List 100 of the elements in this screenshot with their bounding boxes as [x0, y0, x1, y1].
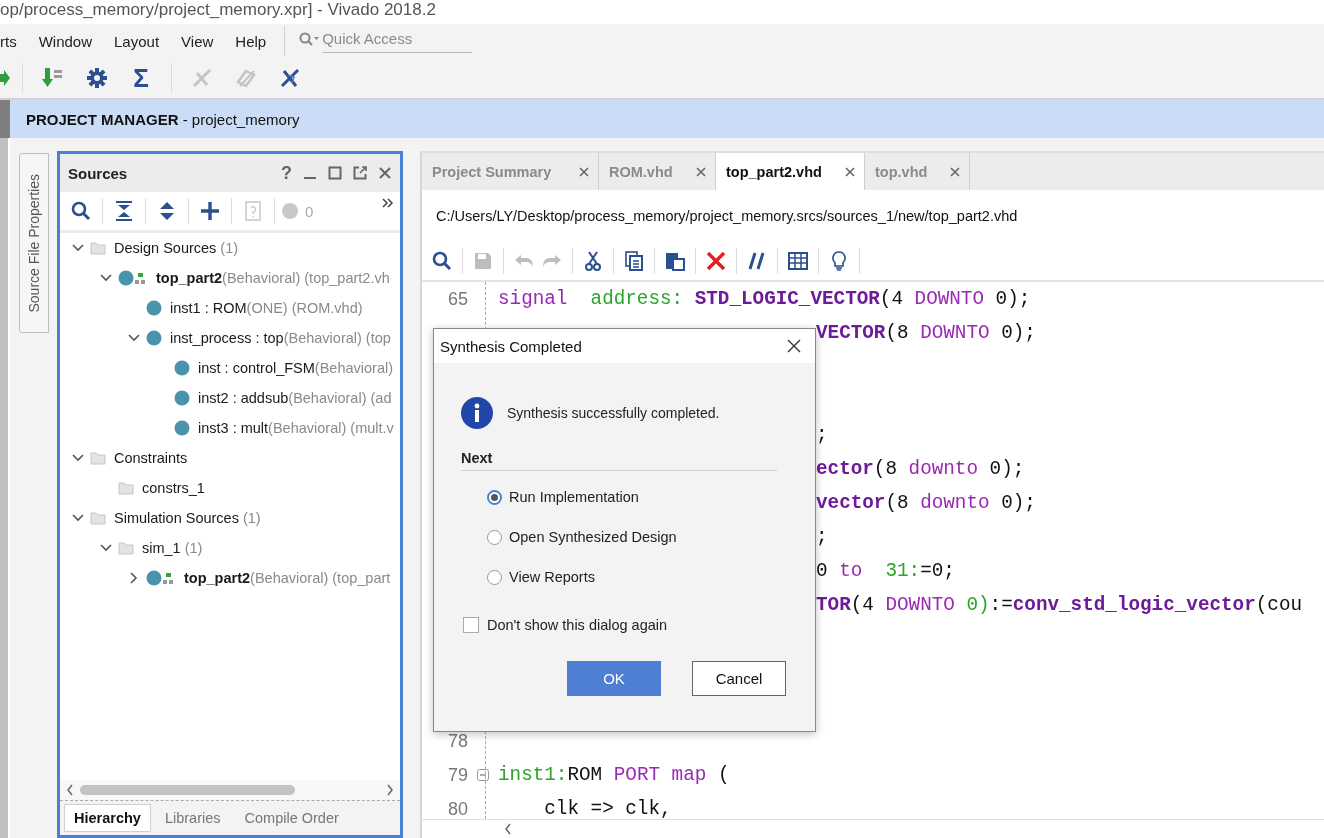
- code-line: TOR(4 DOWNTO 0):=conv_std_logic_vector(cou: [816, 594, 1303, 616]
- code-line: VECTOR(8 DOWNTO 0);: [816, 322, 1036, 344]
- menu-item[interactable]: Help: [235, 32, 267, 50]
- option-label[interactable]: View Reports: [509, 569, 595, 585]
- chevron-down-icon[interactable]: [72, 512, 84, 524]
- menu-item[interactable]: View: [181, 32, 214, 50]
- tab[interactable]: Compile Order: [234, 804, 349, 832]
- arrow-icon[interactable]: [0, 70, 10, 86]
- cancel-button[interactable]: Cancel: [692, 661, 786, 696]
- option-label[interactable]: Open Synthesized Design: [509, 529, 677, 545]
- crossed-tool-icon[interactable]: [279, 67, 301, 89]
- paste-icon[interactable]: [665, 251, 685, 271]
- columns-icon[interactable]: [788, 251, 808, 271]
- window-title: op/process_memory/project_memory.xpr] - Vivado 2018.2: [0, 0, 436, 20]
- line-number: 79: [446, 764, 468, 786]
- tree-item-label[interactable]: constrs_1: [142, 480, 205, 496]
- tree-item-label[interactable]: top_part2: [184, 570, 251, 586]
- info-icon: [461, 397, 493, 429]
- tab[interactable]: top_part2.vhd: [716, 153, 865, 190]
- scroll-left-icon[interactable]: [504, 823, 512, 835]
- gear-icon[interactable]: [87, 68, 107, 88]
- tree-item-label[interactable]: inst3 : mult: [198, 420, 269, 436]
- tree-item-label[interactable]: sim_1: [142, 540, 181, 556]
- copy-icon[interactable]: [625, 251, 643, 271]
- tree-item-detail: (Behavioral) (top_part2.vh: [222, 270, 390, 286]
- tree-item-detail: (1): [242, 510, 261, 526]
- tree-item-detail: (Behavioral) (mult.v: [268, 420, 394, 436]
- tab[interactable]: Libraries: [154, 804, 231, 832]
- lightbulb-icon[interactable]: [832, 251, 846, 271]
- overflow-icon[interactable]: [382, 198, 394, 208]
- download-icon[interactable]: [42, 67, 64, 89]
- chevron-down-icon[interactable]: [72, 452, 84, 464]
- status-dot-icon: [281, 202, 299, 220]
- folder-icon: [90, 451, 106, 465]
- tree-item-label[interactable]: inst2 : addsub: [198, 390, 289, 406]
- checkbox-label[interactable]: Don't show this dialog again: [487, 617, 668, 633]
- collapse-all-icon[interactable]: [115, 201, 133, 221]
- menu-item[interactable]: rts: [0, 32, 17, 50]
- tree-item-detail: (Behavioral) (ad: [288, 390, 392, 406]
- code-line: ;: [816, 424, 828, 446]
- tree-item-label[interactable]: inst1 : ROM: [170, 300, 247, 316]
- chevron-down-icon[interactable]: [100, 542, 112, 554]
- folder-icon: [90, 511, 106, 525]
- checkbox[interactable]: [463, 617, 479, 633]
- chevron-down-icon[interactable]: [72, 242, 84, 254]
- tree-item-label[interactable]: Design Sources: [114, 240, 217, 256]
- scrollbar-thumb[interactable]: [80, 785, 295, 795]
- maximize-icon[interactable]: [328, 166, 342, 180]
- tab[interactable]: Hierarchy: [64, 804, 151, 832]
- option-label[interactable]: Run Implementation: [509, 489, 639, 505]
- comment-icon[interactable]: [747, 251, 767, 271]
- module-hierarchy-icon: [146, 570, 176, 586]
- tree-item-label[interactable]: Simulation Sources: [114, 510, 239, 526]
- tree-item-detail: (1): [184, 540, 203, 556]
- expand-all-icon[interactable]: [158, 201, 176, 221]
- tree-item-detail: (1): [220, 240, 239, 256]
- menu-item[interactable]: Layout: [114, 32, 160, 50]
- tree-item-label[interactable]: top_part2: [156, 270, 223, 286]
- chevron-down-icon[interactable]: [100, 272, 112, 284]
- scroll-right-icon[interactable]: [386, 784, 394, 796]
- side-tab[interactable]: Source File Properties: [18, 153, 49, 333]
- help-button[interactable]: ?: [281, 162, 292, 184]
- search-icon[interactable]: [71, 201, 91, 221]
- radio-button[interactable]: [487, 529, 502, 545]
- code-line: ector(8 downto 0);: [816, 458, 1025, 480]
- folder-icon: [118, 481, 134, 495]
- module-icon: [174, 420, 190, 436]
- code-line: 0 to 31:=0;: [816, 560, 955, 582]
- menu-item[interactable]: Window: [38, 32, 93, 50]
- float-icon[interactable]: [353, 166, 367, 180]
- tree-item-label[interactable]: inst_process : top: [170, 330, 284, 346]
- tree-item-detail: (Behavioral): [314, 360, 393, 376]
- search-field[interactable]: Quick Access: [322, 25, 473, 53]
- cut-icon[interactable]: [585, 251, 601, 271]
- radio-button[interactable]: [487, 489, 502, 505]
- delete-icon[interactable]: [706, 251, 726, 271]
- close-icon[interactable]: [844, 165, 856, 178]
- add-icon[interactable]: [200, 201, 220, 221]
- ok-button[interactable]: OK: [567, 661, 661, 696]
- fold-icon[interactable]: [477, 769, 489, 781]
- file-path: C:/Users/LY/Desktop/process_memory/project_memory.srcs/sources_1/new/top_part2.vhd: [436, 208, 1018, 224]
- code-line: clk => clk,: [543, 798, 672, 819]
- scroll-left-icon[interactable]: [66, 784, 74, 796]
- module-icon: [174, 360, 190, 376]
- sum-button[interactable]: Σ: [133, 65, 149, 91]
- code-line: signal address: STD_LOGIC_VECTOR(4 DOWNTO 0);: [498, 288, 1031, 310]
- tree-item-label[interactable]: Constraints: [114, 450, 188, 466]
- module-icon: [174, 390, 190, 406]
- module-icon: [146, 330, 162, 346]
- code-line: ;: [816, 526, 828, 548]
- radio-button[interactable]: [487, 569, 502, 585]
- dialog-title: Synthesis Completed: [440, 337, 582, 355]
- folder-icon: [118, 541, 134, 555]
- line-number: 65: [446, 288, 468, 310]
- search-icon[interactable]: [432, 251, 452, 271]
- chevron-down-icon[interactable]: [128, 332, 140, 344]
- tree-item-label[interactable]: inst : control_FSM: [198, 360, 315, 376]
- close-icon[interactable]: [787, 339, 801, 353]
- chevron-right-icon[interactable]: [128, 572, 140, 584]
- panel-title: Sources: [68, 164, 128, 182]
